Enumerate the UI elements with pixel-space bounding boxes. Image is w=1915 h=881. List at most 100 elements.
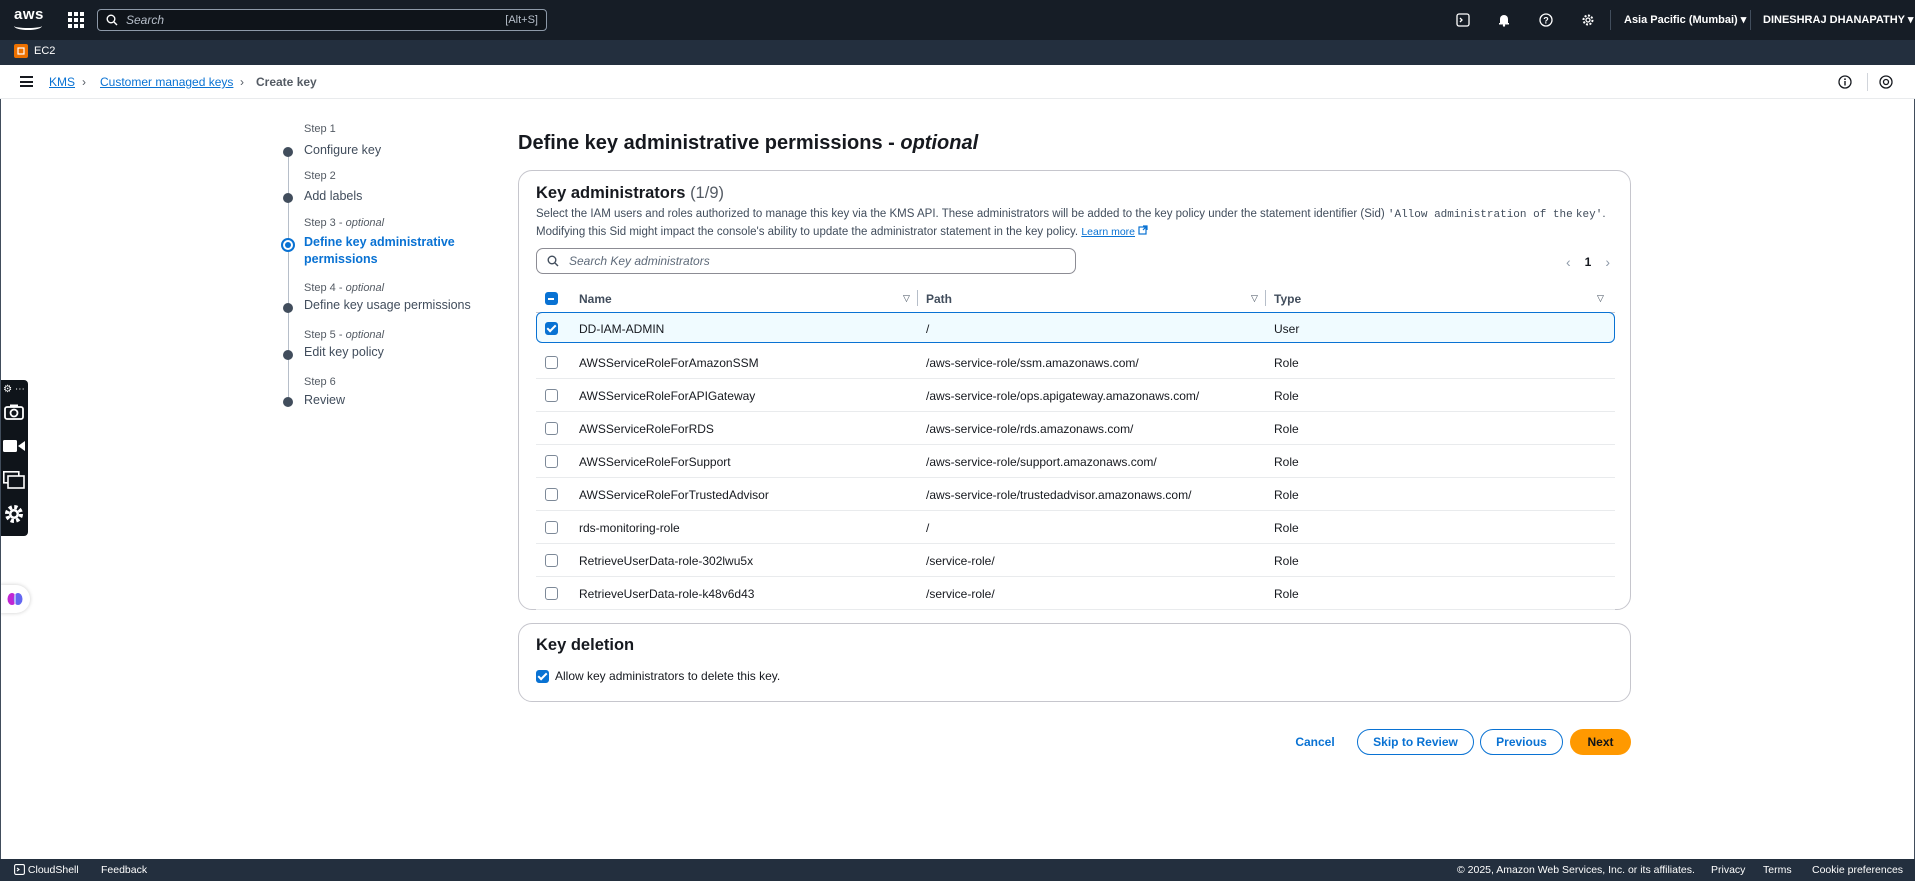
region-selector[interactable]: Asia Pacific (Mumbai) ▾ — [1624, 13, 1746, 26]
next-page-icon[interactable]: › — [1605, 254, 1610, 270]
breadcrumb-kms[interactable]: KMS — [49, 75, 75, 89]
previous-page-icon[interactable]: ‹ — [1566, 254, 1571, 270]
table-row[interactable]: rds-monitoring-role / Role — [536, 511, 1615, 544]
cell-type: Role — [1274, 521, 1299, 535]
breadcrumb-customer-managed-keys[interactable]: Customer managed keys — [100, 75, 233, 89]
search-icon — [547, 255, 559, 267]
next-button[interactable]: Next — [1570, 729, 1631, 755]
select-all-checkbox[interactable] — [545, 292, 558, 305]
video-camera-icon[interactable] — [3, 436, 25, 456]
row-select-checkbox[interactable] — [545, 554, 558, 567]
aws-logo[interactable]: aws — [14, 7, 44, 32]
privacy-link[interactable]: Privacy — [1711, 864, 1745, 876]
cell-type: Role — [1274, 389, 1299, 403]
row-select-checkbox[interactable] — [545, 587, 558, 600]
feedback-link[interactable]: Feedback — [101, 864, 147, 876]
row-select-checkbox[interactable] — [545, 322, 558, 335]
row-select-checkbox[interactable] — [545, 455, 558, 468]
more-options-icon[interactable]: ⚙ ⋯ — [3, 382, 25, 396]
table-header: Name ▽ Path ▽ Type ▽ — [536, 283, 1615, 313]
row-select-checkbox[interactable] — [545, 521, 558, 534]
global-search-input[interactable]: Search [Alt+S] — [97, 9, 547, 31]
column-resizer[interactable] — [917, 290, 918, 306]
cookie-preferences-link[interactable]: Cookie preferences — [1812, 864, 1903, 876]
cell-name: DD-IAM-ADMIN — [579, 322, 665, 336]
table-row[interactable]: DD-IAM-ADMIN / User — [536, 312, 1615, 343]
column-header-type[interactable]: Type — [1274, 292, 1301, 306]
settings-gear-icon[interactable] — [1579, 11, 1597, 29]
table-row[interactable]: AWSServiceRoleForAmazonSSM/aws-service-r… — [536, 346, 1615, 379]
step-indicator — [283, 397, 293, 407]
step-indicator — [283, 193, 293, 203]
column-header-path[interactable]: Path — [926, 292, 952, 306]
chevron-right-icon: › — [240, 75, 244, 89]
top-navigation: aws Search [Alt+S] ? Asia Pacific (Mumba… — [0, 0, 1915, 40]
step-title[interactable]: Add labels — [304, 189, 362, 203]
learn-more-link[interactable]: Learn more — [1081, 226, 1135, 238]
key-administrators-search-input[interactable]: Search Key administrators — [536, 248, 1076, 274]
cell-path: /aws-service-role/ssm.amazonaws.com/ — [926, 356, 1139, 370]
table-row[interactable]: RetrieveUserData-role-k48v6d43/service-r… — [536, 577, 1615, 610]
sort-icon[interactable]: ▽ — [1251, 293, 1258, 304]
sort-icon[interactable]: ▽ — [1597, 293, 1604, 304]
step-title[interactable]: Define key usage permissions — [304, 298, 471, 312]
allow-delete-label[interactable]: Allow key administrators to delete this … — [555, 669, 780, 683]
cancel-button[interactable]: Cancel — [1286, 729, 1344, 755]
key-administrators-description: Select the IAM users and roles authorize… — [536, 208, 1606, 238]
allow-delete-checkbox[interactable] — [536, 670, 549, 683]
table-row[interactable]: AWSServiceRoleForTrustedAdvisor/aws-serv… — [536, 478, 1615, 511]
table-row[interactable]: AWSServiceRoleForAPIGateway/aws-service-… — [536, 379, 1615, 412]
sort-icon[interactable]: ▽ — [903, 293, 910, 304]
column-header-name[interactable]: Name — [579, 292, 612, 306]
step-indicator — [283, 350, 293, 360]
row-select-checkbox[interactable] — [545, 356, 558, 369]
skip-to-review-button[interactable]: Skip to Review — [1357, 729, 1474, 755]
search-placeholder: Search — [126, 13, 165, 27]
cloudshell-icon[interactable] — [1454, 11, 1472, 29]
floating-capture-toolbar: ⚙ ⋯ — [0, 380, 28, 536]
terms-link[interactable]: Terms — [1763, 864, 1792, 876]
camera-icon[interactable] — [3, 402, 25, 422]
account-menu[interactable]: DINESHRAJ DHANAPATHY ▾ — [1763, 13, 1913, 26]
gear-icon[interactable] — [3, 504, 25, 524]
ec2-service-link[interactable]: EC2 — [34, 45, 55, 57]
search-icon — [106, 14, 118, 26]
support-panel-icon[interactable] — [1879, 75, 1893, 89]
cell-type: Role — [1274, 554, 1299, 568]
console-footer: CloudShell Feedback © 2025, Amazon Web S… — [0, 859, 1915, 881]
step-title[interactable]: Review — [304, 393, 345, 407]
side-navigation-menu-icon[interactable] — [20, 76, 33, 87]
table-row[interactable]: AWSServiceRoleForSupport/aws-service-rol… — [536, 445, 1615, 478]
services-menu-icon[interactable] — [68, 12, 84, 28]
step-label: Step 2 — [304, 170, 336, 182]
row-select-checkbox[interactable] — [545, 422, 558, 435]
row-select-checkbox[interactable] — [545, 389, 558, 402]
chevron-right-icon: › — [82, 75, 86, 89]
cloudshell-footer-link[interactable]: CloudShell — [14, 864, 79, 876]
help-icon[interactable]: ? — [1537, 11, 1555, 29]
notifications-bell-icon[interactable] — [1495, 11, 1513, 29]
assistant-brain-icon[interactable] — [0, 585, 30, 613]
table-row[interactable]: AWSServiceRoleForRDS/aws-service-role/rd… — [536, 412, 1615, 445]
key-deletion-heading: Key deletion — [536, 636, 635, 654]
step-title[interactable]: Define key administrative permissions — [304, 234, 455, 268]
step-label: Step 3 - optional — [304, 217, 385, 229]
copyright-text: © 2025, Amazon Web Services, Inc. or its… — [1457, 864, 1695, 876]
step-indicator — [283, 147, 293, 157]
key-administrators-heading: Key administrators (1/9) — [536, 184, 724, 202]
column-resizer[interactable] — [1265, 290, 1266, 306]
cell-name: AWSServiceRoleForAmazonSSM — [579, 356, 759, 370]
step-title[interactable]: Edit key policy — [304, 345, 384, 359]
row-select-checkbox[interactable] — [545, 488, 558, 501]
step-indicator-active — [281, 238, 295, 252]
page-number[interactable]: 1 — [1585, 255, 1592, 269]
cell-path: /aws-service-role/rds.amazonaws.com/ — [926, 422, 1134, 436]
table-row[interactable]: RetrieveUserData-role-302lwu5x/service-r… — [536, 544, 1615, 577]
previous-button[interactable]: Previous — [1480, 729, 1563, 755]
screens-icon[interactable] — [3, 470, 25, 490]
ec2-service-icon[interactable] — [14, 44, 28, 58]
cell-name: RetrieveUserData-role-k48v6d43 — [579, 587, 755, 601]
pagination: ‹ 1 › — [1566, 254, 1610, 270]
info-icon[interactable] — [1838, 75, 1852, 89]
step-title[interactable]: Configure key — [304, 143, 381, 157]
